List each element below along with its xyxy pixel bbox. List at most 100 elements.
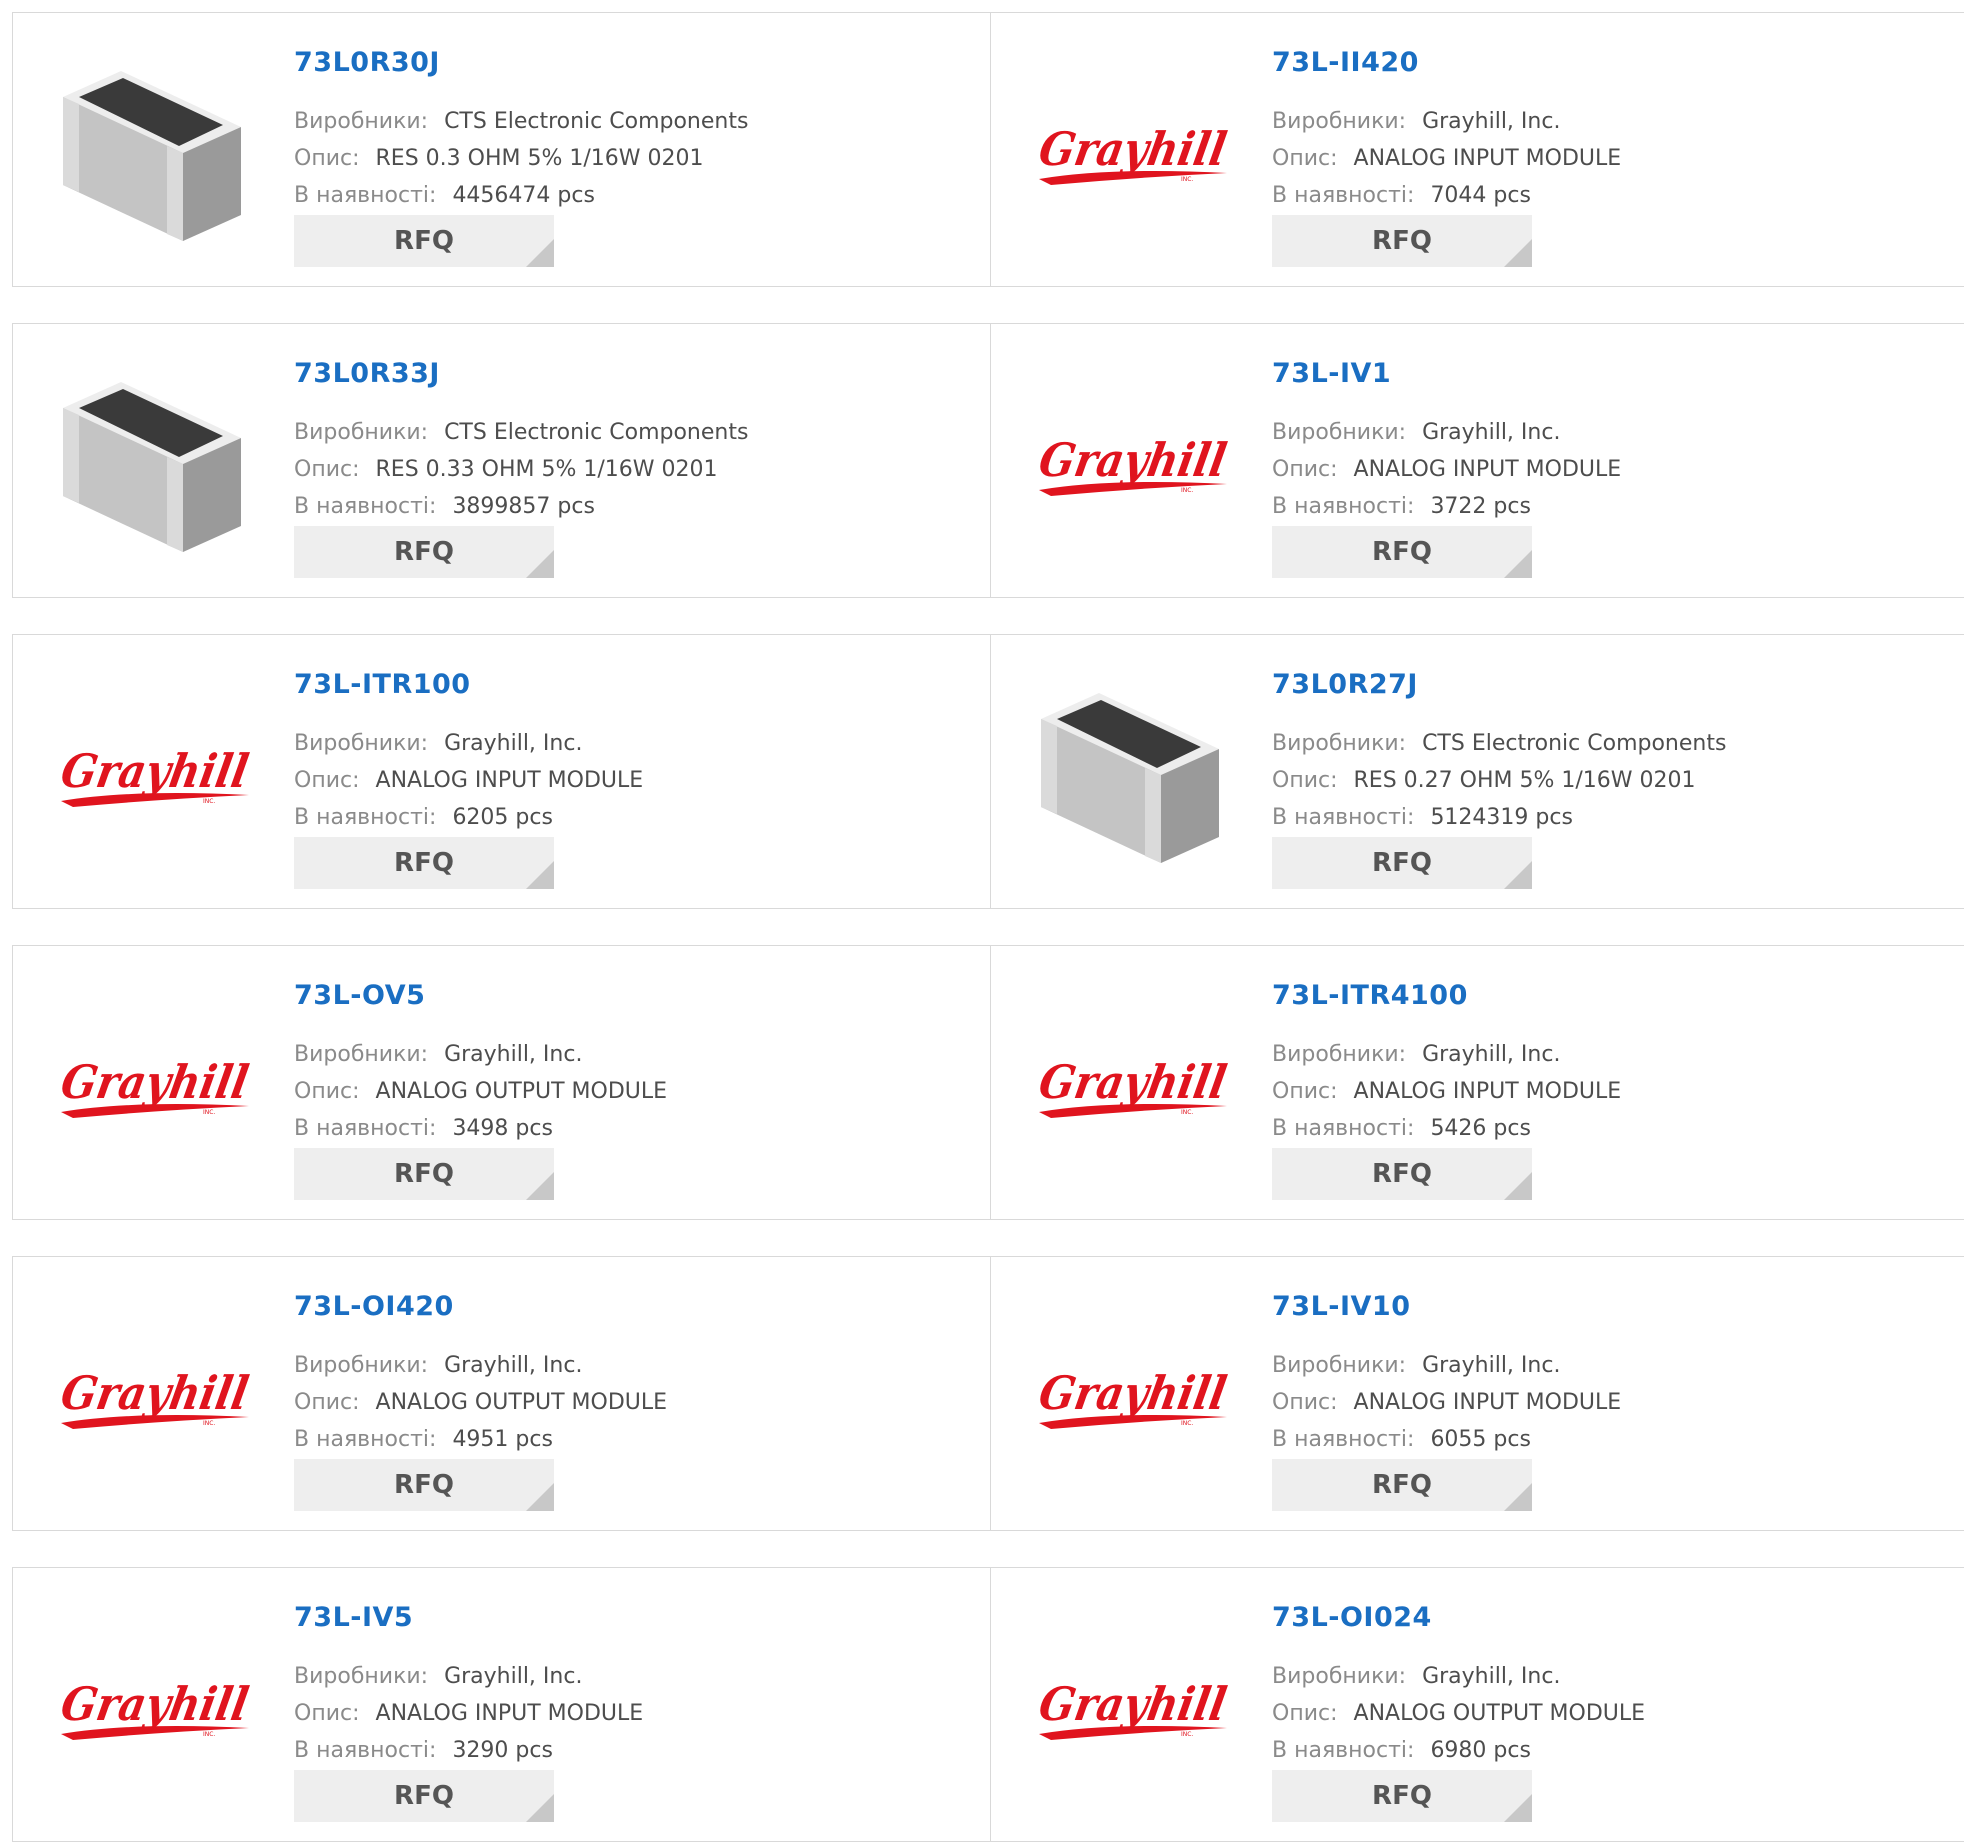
stock-label: В наявності: (294, 1116, 437, 1141)
stock-line: В наявності: 7044 pcs (1272, 183, 1531, 208)
part-number-link[interactable]: 73L-IV1 (1272, 358, 1391, 389)
description-value: ANALOG INPUT MODULE (375, 768, 644, 793)
manufacturer-label: Виробники: (294, 1042, 429, 1067)
manufacturer-line: Виробники: Grayhill, Inc. (1272, 1353, 1560, 1378)
corner-fold-icon (1504, 861, 1532, 889)
description-label: Опис: (294, 1390, 360, 1415)
grayhill-logo[interactable]: Grayhill INC. (1031, 1612, 1231, 1802)
product-card: 73L0R30J Виробники: CTS Electronic Compon… (13, 13, 991, 286)
grayhill-logo[interactable]: Grayhill INC. (1031, 368, 1231, 558)
corner-fold-icon (526, 239, 554, 267)
stock-label: В наявності: (294, 183, 437, 208)
grayhill-logo[interactable]: Grayhill INC. (53, 1301, 253, 1491)
resistor-chip-image[interactable] (53, 368, 253, 558)
part-number-link[interactable]: 73L-OV5 (294, 980, 425, 1011)
grayhill-logo[interactable]: Grayhill INC. (53, 1612, 253, 1802)
part-number-link[interactable]: 73L0R27J (1272, 669, 1418, 700)
manufacturer-label: Виробники: (1272, 1664, 1407, 1689)
stock-label: В наявності: (1272, 1738, 1415, 1763)
product-card: Grayhill INC. 73L-II420 Виробники: Grayhil… (991, 13, 1964, 286)
rfq-button[interactable]: RFQ (1272, 215, 1532, 267)
manufacturer-value: Grayhill, Inc. (444, 731, 583, 756)
manufacturer-value: Grayhill, Inc. (1422, 420, 1561, 445)
grayhill-logo[interactable]: Grayhill INC. (53, 679, 253, 869)
product-card: Grayhill INC. 73L-OV5 Виробники: Grayhill,… (13, 946, 991, 1219)
svg-text:INC.: INC. (1181, 1109, 1193, 1116)
part-number-link[interactable]: 73L0R33J (294, 358, 440, 389)
grayhill-logo[interactable]: Grayhill INC. (1031, 57, 1231, 247)
corner-fold-icon (526, 550, 554, 578)
manufacturer-label: Виробники: (1272, 109, 1407, 134)
svg-text:Grayhill: Grayhill (1035, 1054, 1231, 1109)
stock-label: В наявності: (1272, 1427, 1415, 1452)
grayhill-logo[interactable]: Grayhill INC. (1031, 1301, 1231, 1491)
description-line: Опис: ANALOG INPUT MODULE (1272, 457, 1621, 482)
description-label: Опис: (1272, 146, 1338, 171)
rfq-button[interactable]: RFQ (1272, 1459, 1532, 1511)
corner-fold-icon (1504, 550, 1532, 578)
description-label: Опис: (1272, 768, 1338, 793)
part-number-link[interactable]: 73L-IV5 (294, 1602, 413, 1633)
svg-text:Grayhill: Grayhill (57, 1054, 253, 1109)
description-label: Опис: (294, 1701, 360, 1726)
rfq-button[interactable]: RFQ (1272, 1770, 1532, 1822)
corner-fold-icon (1504, 1794, 1532, 1822)
stock-value: 3722 pcs (1430, 494, 1531, 519)
manufacturer-label: Виробники: (1272, 731, 1407, 756)
resistor-chip-image[interactable] (1031, 679, 1231, 869)
rfq-button[interactable]: RFQ (294, 837, 554, 889)
manufacturer-value: Grayhill, Inc. (444, 1664, 583, 1689)
stock-label: В наявності: (1272, 183, 1415, 208)
grayhill-logo[interactable]: Grayhill INC. (1031, 990, 1231, 1180)
svg-text:INC.: INC. (203, 1109, 215, 1116)
rfq-button[interactable]: RFQ (1272, 526, 1532, 578)
stock-label: В наявності: (1272, 805, 1415, 830)
part-number-link[interactable]: 73L-ITR4100 (1272, 980, 1468, 1011)
rfq-label: RFQ (1372, 1781, 1432, 1811)
part-number-link[interactable]: 73L-IV10 (1272, 1291, 1411, 1322)
part-number-link[interactable]: 73L0R30J (294, 47, 440, 78)
stock-value: 3290 pcs (452, 1738, 553, 1763)
manufacturer-value: Grayhill, Inc. (444, 1042, 583, 1067)
manufacturer-value: Grayhill, Inc. (1422, 1353, 1561, 1378)
description-line: Опис: ANALOG INPUT MODULE (1272, 1079, 1621, 1104)
rfq-label: RFQ (394, 1159, 454, 1189)
part-number-link[interactable]: 73L-OI420 (294, 1291, 454, 1322)
resistor-chip-image[interactable] (53, 57, 253, 247)
description-line: Опис: ANALOG INPUT MODULE (294, 768, 643, 793)
rfq-button[interactable]: RFQ (294, 215, 554, 267)
description-value: ANALOG INPUT MODULE (1353, 146, 1622, 171)
product-card: Grayhill INC. 73L-IV5 Виробники: Grayhill,… (13, 1568, 991, 1841)
part-number-link[interactable]: 73L-II420 (1272, 47, 1419, 78)
stock-value: 7044 pcs (1430, 183, 1531, 208)
stock-value: 5124319 pcs (1430, 805, 1573, 830)
rfq-button[interactable]: RFQ (1272, 837, 1532, 889)
rfq-label: RFQ (1372, 1470, 1432, 1500)
part-number-link[interactable]: 73L-ITR100 (294, 669, 471, 700)
stock-value: 6205 pcs (452, 805, 553, 830)
rfq-button[interactable]: RFQ (294, 1770, 554, 1822)
description-value: ANALOG OUTPUT MODULE (375, 1079, 668, 1104)
description-value: ANALOG INPUT MODULE (375, 1701, 644, 1726)
description-value: RES 0.27 OHM 5% 1/16W 0201 (1353, 768, 1696, 793)
grayhill-logo[interactable]: Grayhill INC. (53, 990, 253, 1180)
rfq-button[interactable]: RFQ (1272, 1148, 1532, 1200)
description-value: ANALOG INPUT MODULE (1353, 1079, 1622, 1104)
stock-label: В наявності: (1272, 494, 1415, 519)
part-number-link[interactable]: 73L-OI024 (1272, 1602, 1432, 1633)
description-label: Опис: (294, 146, 360, 171)
rfq-button[interactable]: RFQ (294, 526, 554, 578)
description-value: RES 0.3 OHM 5% 1/16W 0201 (375, 146, 704, 171)
svg-text:INC.: INC. (203, 1420, 215, 1427)
description-line: Опис: ANALOG INPUT MODULE (294, 1701, 643, 1726)
description-value: ANALOG OUTPUT MODULE (375, 1390, 668, 1415)
stock-value: 4951 pcs (452, 1427, 553, 1452)
description-label: Опис: (1272, 457, 1338, 482)
stock-label: В наявності: (294, 494, 437, 519)
description-value: RES 0.33 OHM 5% 1/16W 0201 (375, 457, 718, 482)
manufacturer-label: Виробники: (1272, 420, 1407, 445)
rfq-button[interactable]: RFQ (294, 1148, 554, 1200)
rfq-button[interactable]: RFQ (294, 1459, 554, 1511)
stock-value: 5426 pcs (1430, 1116, 1531, 1141)
product-card: Grayhill INC. 73L-IV1 Виробники: Grayhill,… (991, 324, 1964, 597)
